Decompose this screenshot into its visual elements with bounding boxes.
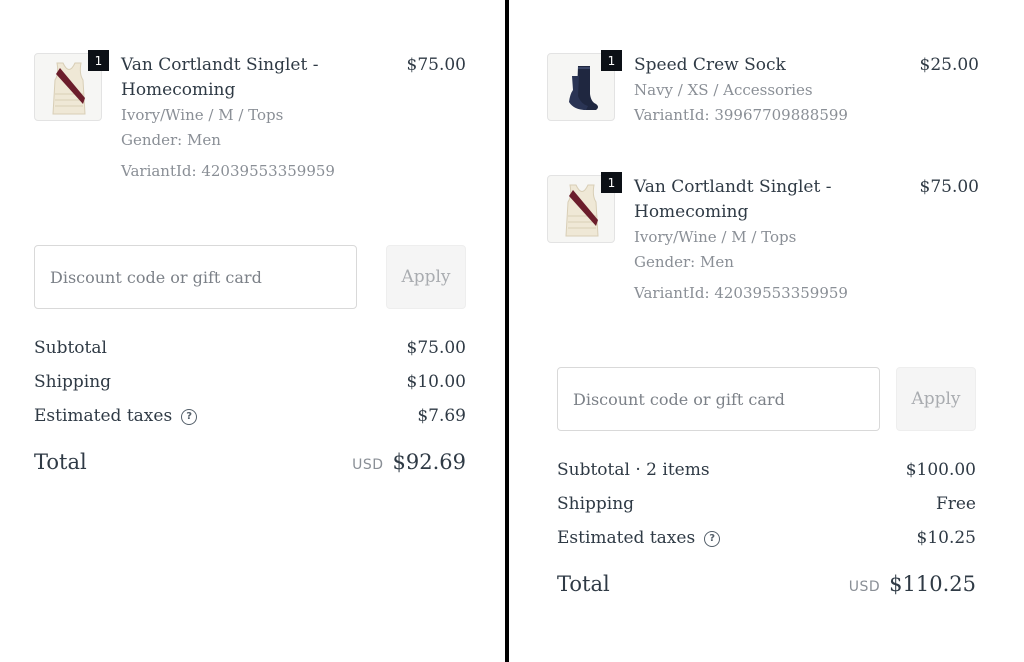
total-row: Total USD $92.69 bbox=[34, 447, 466, 487]
shipping-value: Free bbox=[935, 494, 976, 514]
item-name: Speed Crew Sock bbox=[634, 55, 786, 75]
taxes-row: Estimated taxes ? $10.25 bbox=[557, 525, 976, 559]
question-circle-icon[interactable]: ? bbox=[704, 530, 721, 547]
total-amount: $92.69 bbox=[392, 450, 466, 474]
taxes-value: $7.69 bbox=[417, 406, 466, 426]
quantity-badge: 1 bbox=[601, 50, 622, 71]
subtotal-label: Subtotal · 2 items bbox=[557, 460, 710, 480]
order-summary-right: 1 Speed Crew Sock Navy / XS / Accessorie… bbox=[510, 0, 1024, 662]
total-row: Total USD $110.25 bbox=[557, 569, 976, 609]
subtotal-value: $75.00 bbox=[406, 338, 466, 358]
taxes-label: Estimated taxes bbox=[557, 528, 696, 548]
item-price: $75.00 bbox=[406, 55, 466, 75]
order-summary-left: 1 Van Cortlandt Singlet - Homecoming Ivo… bbox=[0, 0, 506, 662]
apply-button[interactable]: Apply bbox=[386, 245, 466, 309]
item-gender: Gender: Men bbox=[121, 131, 221, 149]
cost-summary: Subtotal · 2 items $100.00 Shipping Free… bbox=[557, 457, 976, 609]
shipping-label: Shipping bbox=[34, 372, 112, 392]
currency-code: USD bbox=[848, 579, 881, 595]
item-gender: Gender: Men bbox=[634, 253, 734, 271]
shipping-row: Shipping Free bbox=[557, 491, 976, 525]
taxes-row: Estimated taxes ? $7.69 bbox=[34, 403, 466, 437]
taxes-label: Estimated taxes bbox=[34, 406, 173, 426]
discount-code-input[interactable] bbox=[557, 367, 880, 431]
total-value: USD $92.69 bbox=[352, 447, 466, 477]
discount-form: Apply bbox=[557, 367, 976, 431]
singlet-thumbnail: 1 bbox=[547, 172, 622, 243]
quantity-badge: 1 bbox=[601, 172, 622, 193]
subtotal-row: Subtotal $75.00 bbox=[34, 335, 466, 369]
total-label: Total bbox=[557, 572, 610, 596]
shipping-label: Shipping bbox=[557, 494, 635, 514]
item-variant-id: VariantId: 39967709888599 bbox=[634, 106, 848, 124]
total-value: USD $110.25 bbox=[849, 569, 976, 599]
singlet-thumbnail: 1 bbox=[34, 50, 109, 121]
question-circle-icon[interactable]: ? bbox=[181, 408, 198, 425]
item-name: Van Cortlandt Singlet - Homecoming bbox=[121, 55, 319, 100]
taxes-value: $10.25 bbox=[916, 528, 976, 548]
item-details: Speed Crew Sock Navy / XS / Accessories … bbox=[634, 53, 904, 128]
total-label: Total bbox=[34, 450, 87, 474]
apply-button[interactable]: Apply bbox=[896, 367, 976, 431]
shipping-row: Shipping $10.00 bbox=[34, 369, 466, 403]
item-variant-id: VariantId: 42039553359959 bbox=[634, 284, 848, 302]
discount-code-input[interactable] bbox=[34, 245, 357, 309]
item-details: Van Cortlandt Singlet - Homecoming Ivory… bbox=[634, 175, 904, 306]
subtotal-value: $100.00 bbox=[905, 460, 976, 480]
panel-divider bbox=[505, 0, 509, 662]
item-options: Ivory/Wine / M / Tops bbox=[121, 106, 284, 124]
currency-code: USD bbox=[352, 457, 384, 473]
shipping-value: $10.00 bbox=[406, 372, 466, 392]
item-price: $25.00 bbox=[919, 55, 979, 75]
quantity-badge: 1 bbox=[88, 50, 109, 71]
item-price: $75.00 bbox=[919, 177, 979, 197]
item-name: Van Cortlandt Singlet - Homecoming bbox=[634, 177, 832, 222]
item-variant-id: VariantId: 42039553359959 bbox=[121, 162, 335, 180]
line-item-sock: 1 Speed Crew Sock Navy / XS / Accessorie… bbox=[547, 50, 979, 183]
subtotal-row: Subtotal · 2 items $100.00 bbox=[557, 457, 976, 491]
sock-thumbnail: 1 bbox=[547, 50, 622, 121]
discount-form: Apply bbox=[34, 245, 466, 309]
cost-summary: Subtotal $75.00 Shipping $10.00 Estimate… bbox=[34, 335, 466, 487]
item-options: Navy / XS / Accessories bbox=[634, 81, 813, 99]
subtotal-label: Subtotal bbox=[34, 338, 107, 358]
item-options: Ivory/Wine / M / Tops bbox=[634, 228, 797, 246]
total-amount: $110.25 bbox=[889, 572, 976, 596]
line-item-singlet: 1 Van Cortlandt Singlet - Homecoming Ivo… bbox=[547, 172, 979, 306]
item-details: Van Cortlandt Singlet - Homecoming Ivory… bbox=[121, 53, 391, 184]
line-item-singlet: 1 Van Cortlandt Singlet - Homecoming Ivo… bbox=[34, 50, 466, 184]
